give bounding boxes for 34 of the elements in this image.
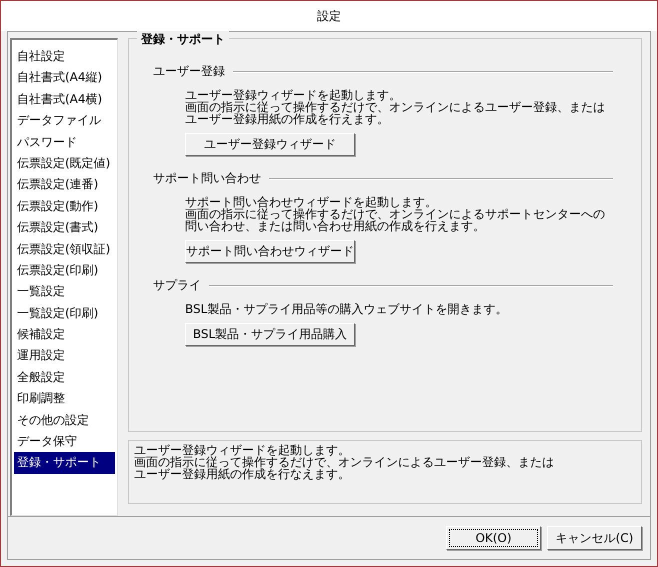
category-item[interactable]: 全般設定 xyxy=(14,366,115,388)
category-item[interactable]: 運用設定 xyxy=(14,345,115,367)
section-description: ユーザー登録ウィザードを起動します。 画面の指示に従って操作するだけで、オンラインによるユーザー登録、または ユーザー登録用紙の作成を行えます。 xyxy=(185,89,606,125)
wizard-button[interactable]: BSL製品・サプライ用品購入 xyxy=(185,323,355,346)
dialog-button[interactable]: キャンセル(C) xyxy=(547,526,642,550)
dialog-button[interactable]: OK(O) xyxy=(446,526,541,550)
section-description: BSL製品・サプライ用品等の購入ウェブサイトを開きます。 xyxy=(185,303,508,315)
category-item[interactable]: 一覧設定 xyxy=(14,281,115,303)
category-item[interactable]: 伝票設定(領収証) xyxy=(14,238,115,260)
category-item[interactable]: 自社設定 xyxy=(14,46,115,68)
category-item[interactable]: データ保守 xyxy=(14,431,115,452)
category-item[interactable]: データファイル xyxy=(14,110,115,132)
section-heading: サプライ xyxy=(153,277,201,294)
category-item[interactable]: 自社書式(A4縦) xyxy=(14,67,115,89)
category-item[interactable]: 伝票設定(書式) xyxy=(14,217,115,239)
category-item[interactable]: 伝票設定(動作) xyxy=(14,196,115,218)
section-heading: サポート問い合わせ xyxy=(153,170,261,187)
category-item[interactable]: 伝票設定(連番) xyxy=(14,174,115,196)
category-item[interactable]: 登録・サポート xyxy=(14,452,115,474)
category-item[interactable]: 伝票設定(印刷) xyxy=(14,260,115,282)
category-item[interactable]: その他の設定 xyxy=(14,410,115,432)
category-item[interactable]: 一覧設定(印刷) xyxy=(14,302,115,324)
category-item[interactable]: 伝票設定(既定値) xyxy=(14,152,115,174)
section-heading: ユーザー登録 xyxy=(153,63,225,80)
wizard-button[interactable]: サポート問い合わせウィザード xyxy=(185,240,355,263)
help-text: ユーザー登録ウィザードを起動します。 画面の指示に従って操作するだけで、オンラインによるユーザー登録、または ユーザー登録用紙の作成を行なえます。 xyxy=(134,444,555,480)
category-item[interactable]: 候補設定 xyxy=(14,324,115,346)
wizard-button[interactable]: ユーザー登録ウィザード xyxy=(185,133,355,156)
category-item[interactable]: パスワード xyxy=(14,132,115,153)
category-item[interactable]: 印刷調整 xyxy=(14,388,115,410)
group-title: 登録・サポート xyxy=(137,31,229,48)
section-description: サポート問い合わせウィザードを起動します。 画面の指示に従って操作するだけで、オンラインによるサポートセンターへの 問い合わせ、または問い合わせ用紙の作成を行えます。 xyxy=(185,196,606,232)
window-title: 設定 xyxy=(317,8,341,24)
category-item[interactable]: 自社書式(A4横) xyxy=(14,88,115,110)
